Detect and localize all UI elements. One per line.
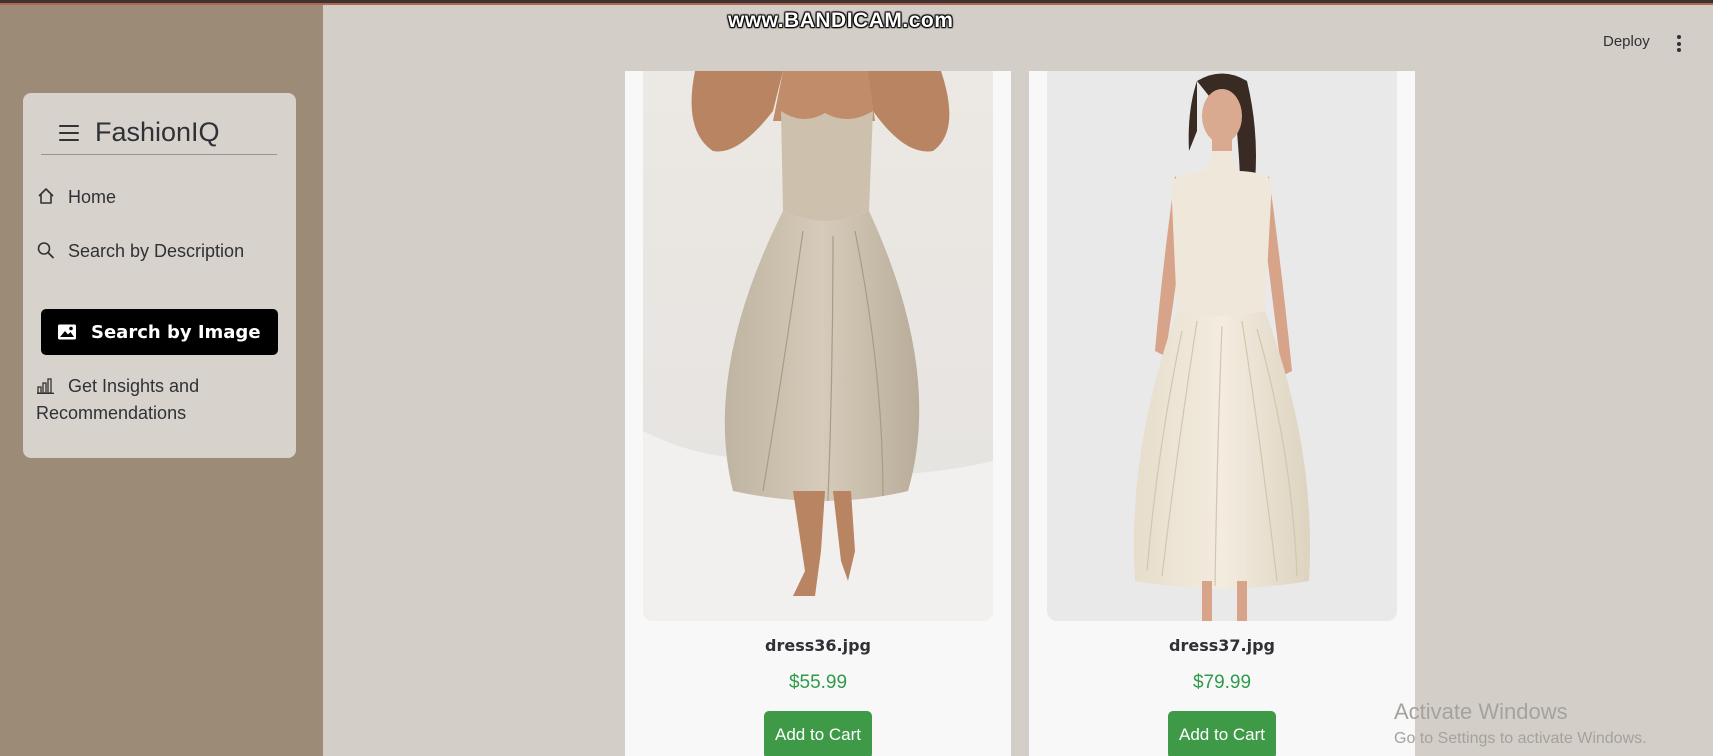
product-image[interactable] bbox=[1047, 71, 1397, 621]
image-icon bbox=[58, 324, 76, 340]
brand-title: FashionIQ bbox=[95, 117, 220, 147]
search-icon bbox=[37, 242, 54, 259]
nav-item-get-insights[interactable]: Get Insights and Recommendations bbox=[36, 373, 266, 427]
activate-windows-title: Activate Windows bbox=[1394, 699, 1568, 724]
product-price: $79.99 bbox=[1192, 672, 1252, 693]
product-name: dress37.jpg bbox=[1169, 636, 1275, 655]
add-to-cart-button[interactable]: Add to Cart bbox=[1168, 711, 1276, 756]
main-content bbox=[323, 0, 1713, 756]
home-icon bbox=[38, 188, 54, 204]
sidebar: FashionIQ Home Search by Description Sea… bbox=[0, 0, 323, 756]
recorder-watermark: www.BANDICAM.com bbox=[728, 9, 954, 32]
product-image[interactable] bbox=[643, 71, 993, 621]
nav-label-get-insights: Get Insights and Recommendations bbox=[36, 376, 200, 423]
product-card: dress37.jpg $79.99 Add to Cart bbox=[1029, 71, 1415, 756]
nav-item-search-by-description[interactable]: Search by Description bbox=[36, 238, 266, 265]
product-name: dress36.jpg bbox=[765, 636, 871, 655]
bar-chart-icon bbox=[37, 378, 54, 394]
kebab-menu-icon[interactable] bbox=[1676, 35, 1682, 52]
window-top-border bbox=[0, 0, 1713, 5]
product-price: $55.99 bbox=[788, 672, 848, 693]
hamburger-menu-icon[interactable] bbox=[59, 124, 79, 141]
nav-label-search-by-image: Search by Image bbox=[91, 321, 261, 343]
nav-item-home[interactable]: Home bbox=[36, 184, 116, 211]
nav-header: FashionIQ bbox=[41, 111, 277, 155]
deploy-button[interactable]: Deploy bbox=[1603, 33, 1650, 50]
nav-label-home: Home bbox=[68, 187, 117, 207]
activate-windows-subtitle: Go to Settings to activate Windows. bbox=[1394, 730, 1647, 747]
add-to-cart-button[interactable]: Add to Cart bbox=[764, 711, 872, 756]
nav-label-search-by-description: Search by Description bbox=[68, 241, 245, 261]
product-card: dress36.jpg $55.99 Add to Cart bbox=[625, 71, 1011, 756]
nav-item-search-by-image[interactable]: Search by Image bbox=[41, 309, 278, 355]
